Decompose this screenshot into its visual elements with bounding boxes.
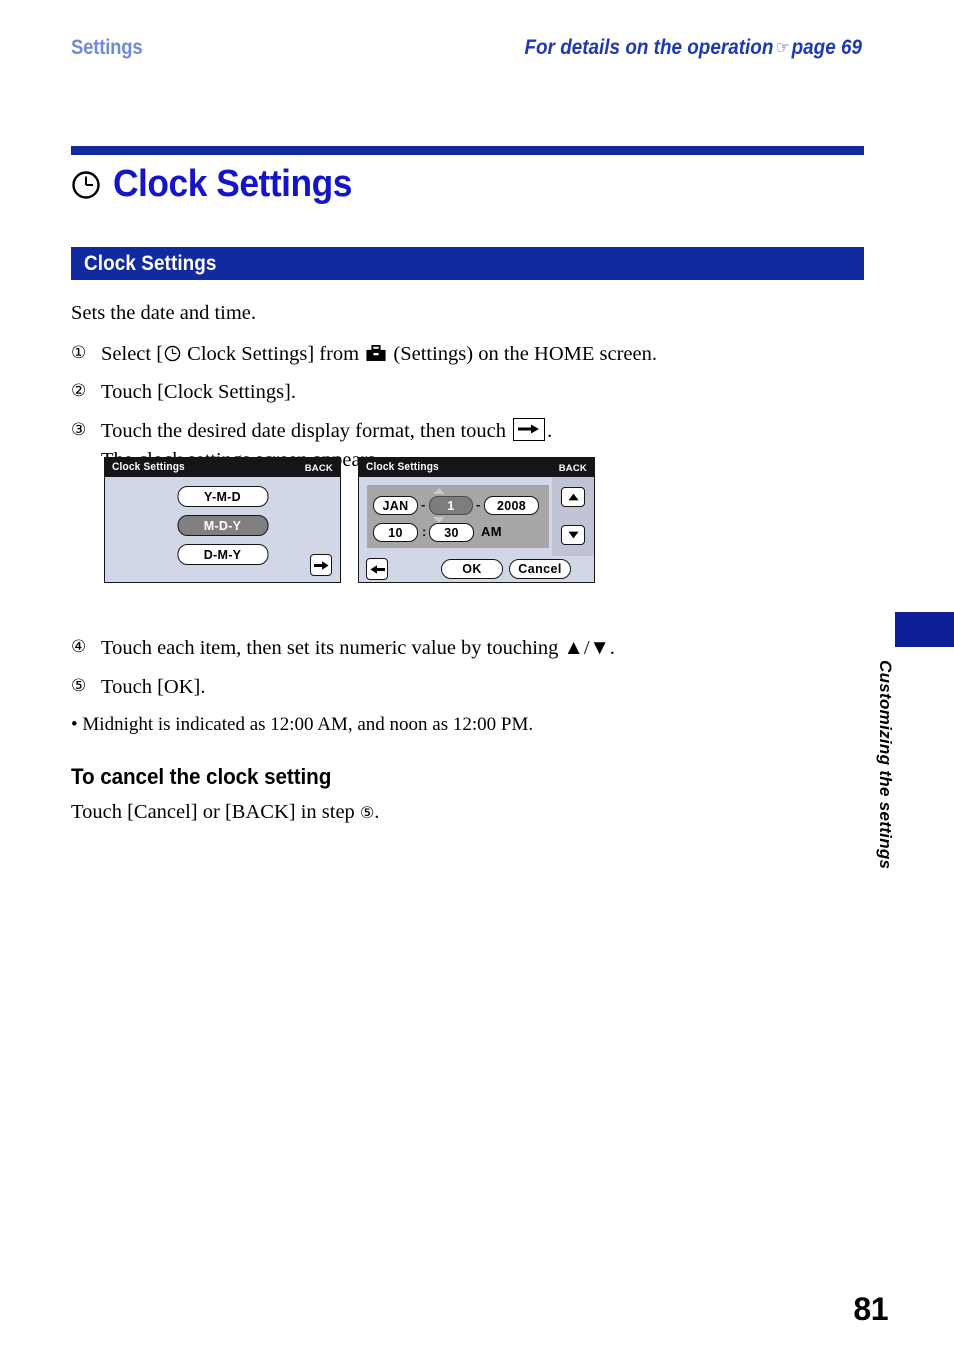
day-field[interactable]: 1 xyxy=(429,496,473,515)
page-header: Settings For details on the operation ☞pa… xyxy=(0,0,954,90)
step-2-number: ② xyxy=(71,381,87,402)
toolbox-icon xyxy=(364,343,388,365)
lead-paragraph: Sets the date and time. xyxy=(71,302,257,324)
date-separator-1: - xyxy=(421,497,426,512)
side-tab-label: Customizing the settings xyxy=(876,660,895,870)
screen-bottom-row: OK Cancel xyxy=(359,556,594,582)
spinner-hint-up-icon xyxy=(433,488,445,494)
clock-icon xyxy=(71,170,101,200)
screen-back-button-left[interactable]: BACK xyxy=(305,463,333,474)
page-title: Clock Settings xyxy=(71,163,370,206)
minute-field[interactable]: 30 xyxy=(429,523,474,542)
section-banner-label: Clock Settings xyxy=(84,252,217,275)
step-5-number: ⑤ xyxy=(71,676,87,697)
screen-body-right: JAN - 1 - 2008 10 : 30 AM OK Cancel xyxy=(359,477,594,582)
month-field[interactable]: JAN xyxy=(373,496,418,515)
format-button-dmy[interactable]: D-M-Y xyxy=(177,544,268,565)
step-3-number: ③ xyxy=(71,420,87,441)
format-button-ymd[interactable]: Y-M-D xyxy=(177,486,268,507)
date-separator-2: - xyxy=(476,497,481,512)
pointing-hand-icon: ☞ xyxy=(776,38,790,58)
header-reference-post: page 69 xyxy=(791,36,862,59)
step-5-text: Touch [OK]. xyxy=(101,676,206,699)
ok-button[interactable]: OK xyxy=(441,559,503,579)
page-title-text: Clock Settings xyxy=(113,163,352,205)
arrow-right-box-icon xyxy=(513,418,546,442)
year-field[interactable]: 2008 xyxy=(484,496,539,515)
cancel-instruction: Touch [Cancel] or [BACK] in step ⑤. xyxy=(71,798,871,827)
clock-fields-panel: JAN - 1 - 2008 10 : 30 AM xyxy=(367,485,549,548)
clock-icon xyxy=(163,343,182,365)
screen-titlebar-left: Clock Settings BACK xyxy=(105,458,340,477)
title-rule xyxy=(71,146,864,155)
ampm-label[interactable]: AM xyxy=(481,524,502,539)
step-1-pre: Select [ xyxy=(101,342,164,365)
header-reference-note: For details on the operation ☞page 69 xyxy=(525,36,863,60)
screen-title-right: Clock Settings xyxy=(366,461,439,473)
hour-field[interactable]: 10 xyxy=(373,523,418,542)
format-button-mdy[interactable]: M-D-Y xyxy=(177,515,268,536)
device-screen-clock-set: Clock Settings BACK JAN - 1 - 2008 10 : … xyxy=(358,457,595,583)
screen-titlebar-right: Clock Settings BACK xyxy=(359,458,594,477)
step-4-text: Touch each item, then set its numeric va… xyxy=(101,637,615,660)
screen-title-left: Clock Settings xyxy=(112,461,185,473)
note-bullet: • Midnight is indicated as 12:00 AM, and… xyxy=(71,713,534,735)
spinner-button-column xyxy=(552,477,594,556)
step-1-mid: Clock Settings] from xyxy=(182,342,365,365)
step-3-post: . xyxy=(547,420,553,443)
step-1-number: ① xyxy=(71,342,87,363)
side-tab-marker xyxy=(895,612,954,647)
subsection-heading: To cancel the clock setting xyxy=(71,764,332,790)
step-2-text: Touch [Clock Settings]. xyxy=(101,381,297,404)
section-banner: Clock Settings xyxy=(71,247,864,280)
step-4: ④ Touch each item, then set its numeric … xyxy=(71,634,871,663)
header-section-label: Settings xyxy=(71,36,143,59)
cancel-instruction-pre: Touch [Cancel] or [BACK] in step xyxy=(71,801,360,824)
cancel-instruction-post: . xyxy=(374,801,380,824)
screen-back-button-right[interactable]: BACK xyxy=(559,463,587,474)
step-5: ⑤ Touch [OK]. xyxy=(71,673,871,702)
step-1-body: Select [ Clock Settings] from (Settings)… xyxy=(101,340,871,369)
cancel-button[interactable]: Cancel xyxy=(509,559,571,579)
header-reference-pre: For details on the operation xyxy=(524,36,774,59)
arrow-left-icon[interactable] xyxy=(366,558,388,580)
step-1: ① Select [ Clock Settings] from (Setting… xyxy=(71,340,871,369)
cancel-instruction-step-number: ⑤ xyxy=(359,803,375,823)
page-number: 81 xyxy=(853,1291,888,1327)
time-colon: : xyxy=(422,524,427,539)
arrow-right-icon[interactable] xyxy=(310,554,332,576)
step-4-number: ④ xyxy=(71,637,87,658)
triangle-up-icon[interactable] xyxy=(561,487,585,507)
screen-body-left: Y-M-D M-D-Y D-M-Y xyxy=(105,477,340,582)
step-2: ② Touch [Clock Settings]. xyxy=(71,378,871,407)
device-screen-date-format: Clock Settings BACK Y-M-D M-D-Y D-M-Y xyxy=(104,457,341,583)
step-1-post: (Settings) on the HOME screen. xyxy=(388,342,657,365)
step-3-pre: Touch the desired date display format, t… xyxy=(101,420,512,443)
triangle-down-icon[interactable] xyxy=(561,525,585,545)
